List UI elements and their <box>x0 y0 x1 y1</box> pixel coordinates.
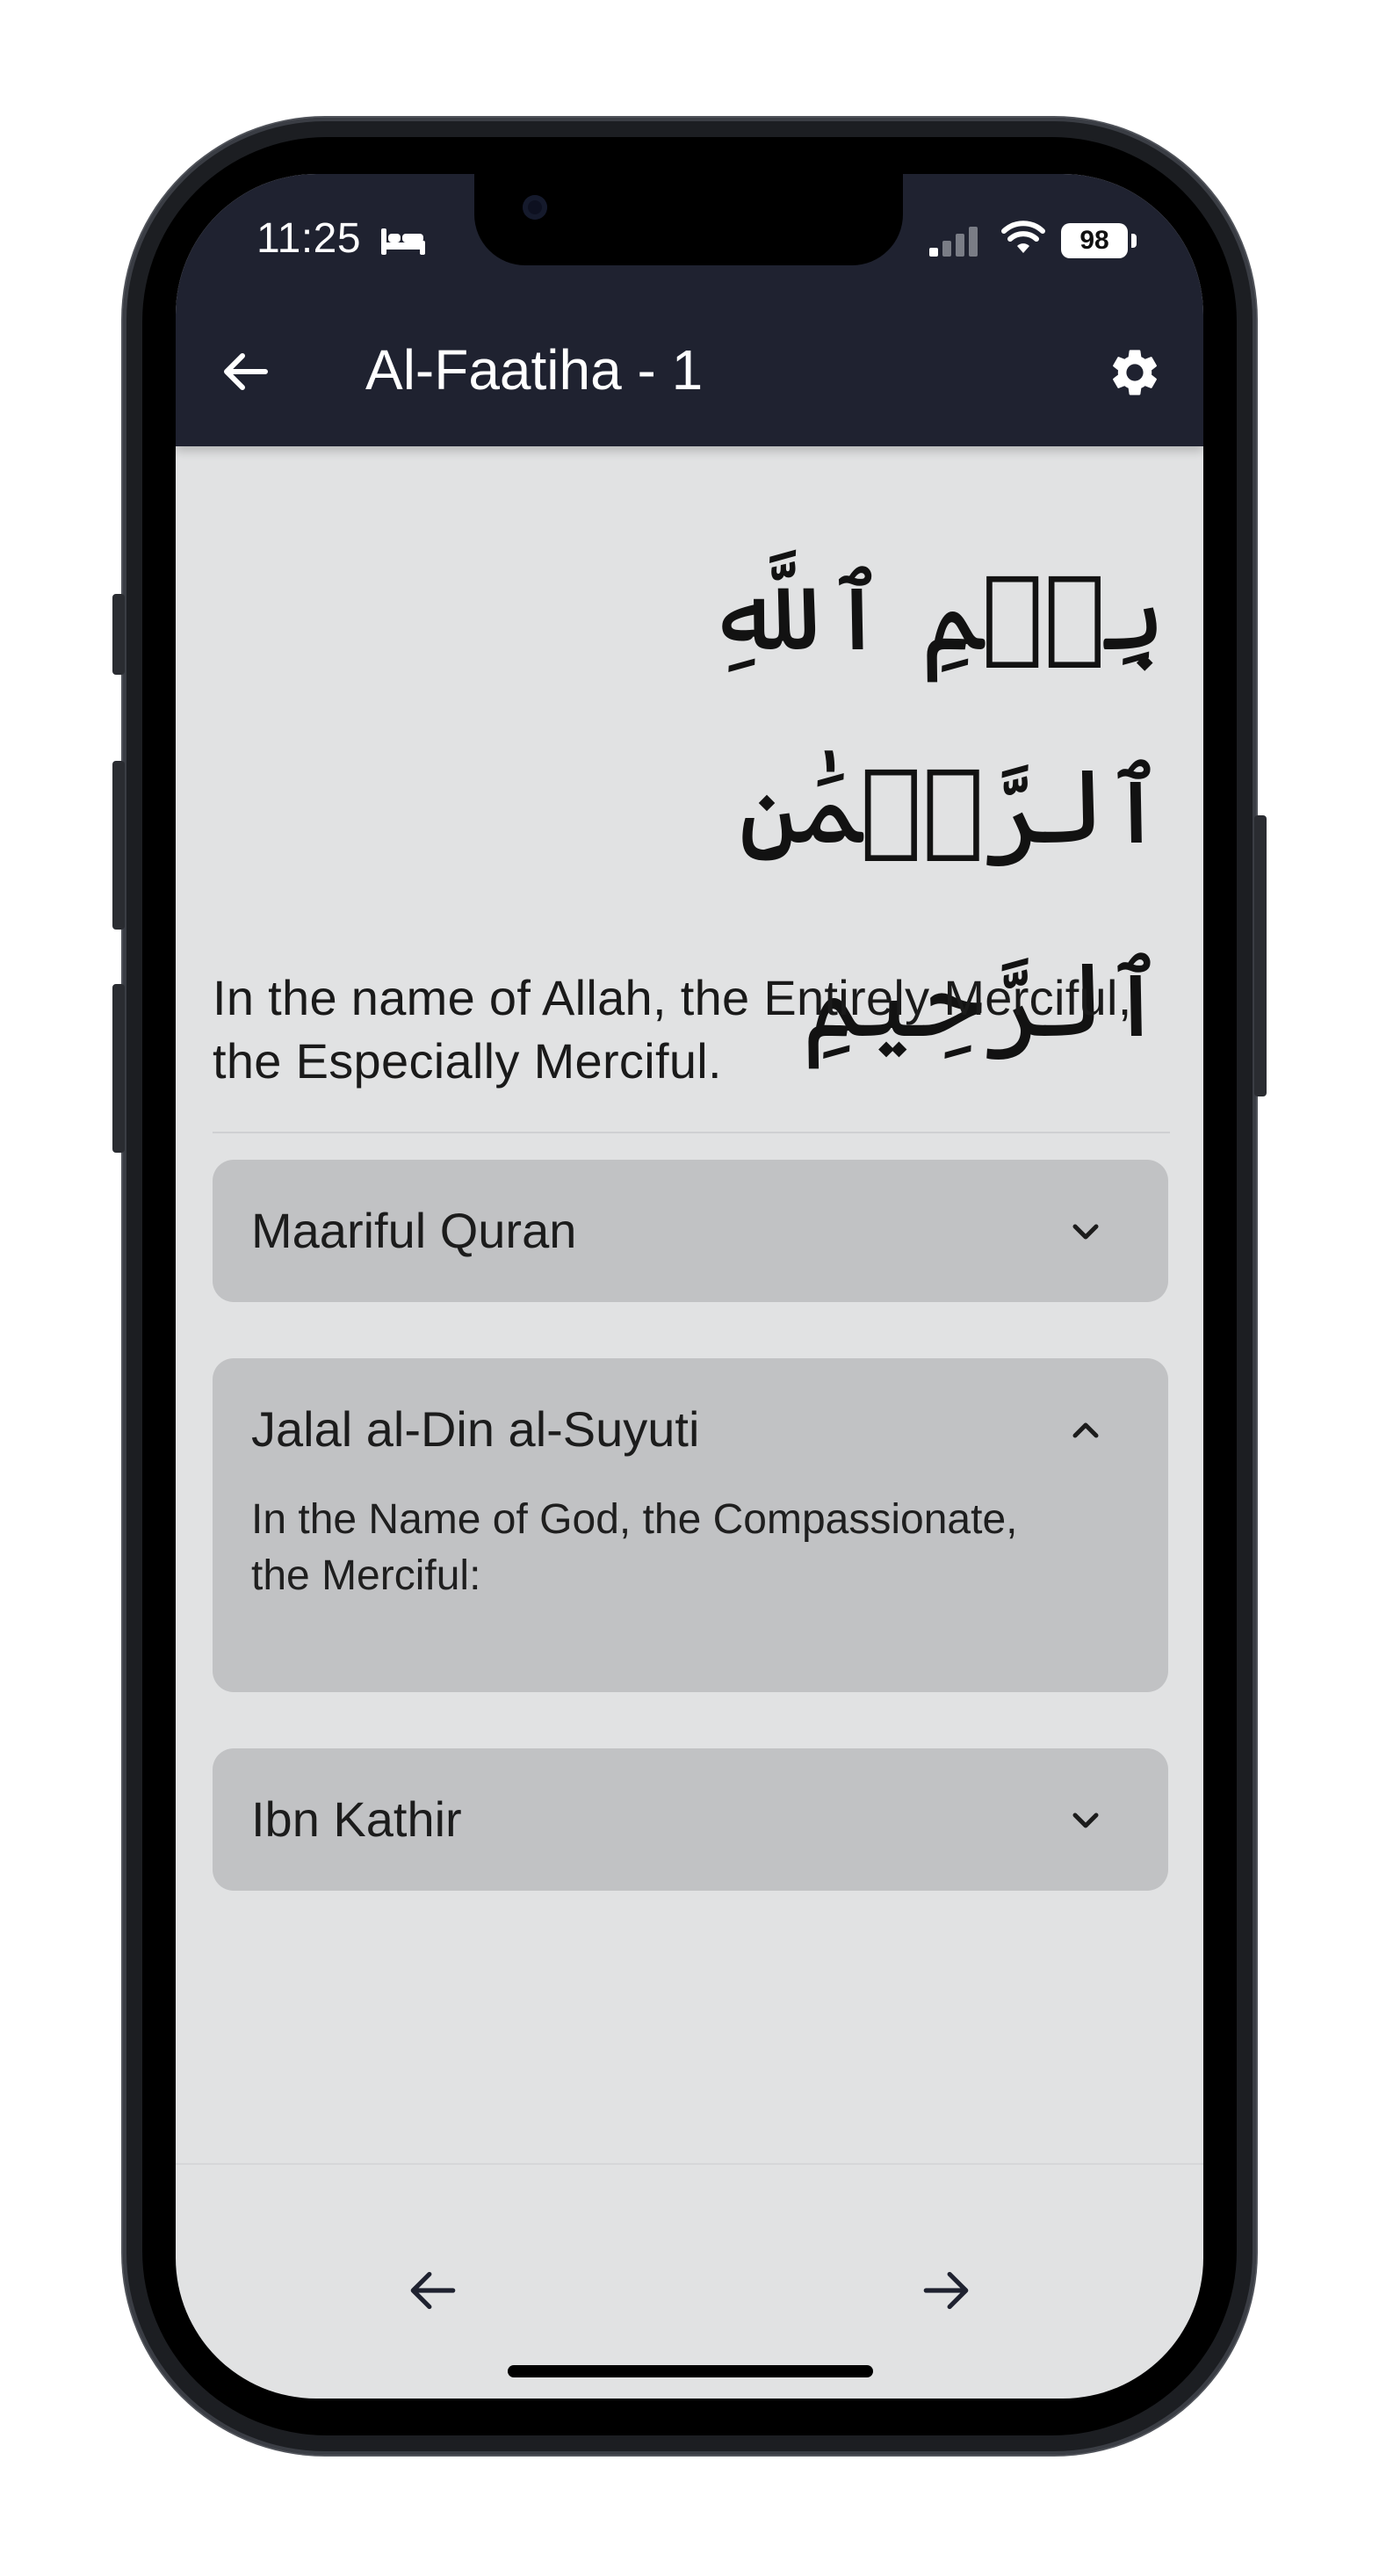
power-button <box>1254 815 1267 1096</box>
battery-terminal <box>1131 234 1137 248</box>
next-verse-arrow-icon[interactable] <box>919 2263 973 2318</box>
volume-down-button <box>112 984 125 1153</box>
back-arrow-icon[interactable] <box>220 345 272 398</box>
chevron-down-icon[interactable] <box>1065 1211 1107 1253</box>
app-screen: 11:25 98 Al-Faatiha - 1 بِسۡمِ ٱللَّهِ ٱ… <box>176 174 1203 2399</box>
tafsir-title: Maariful Quran <box>251 1203 577 1258</box>
app-bar: 11:25 98 Al-Faatiha - 1 <box>176 174 1203 446</box>
tafsir-card-maariful-quran[interactable]: Maariful Quran <box>213 1160 1168 1302</box>
tafsir-title: Ibn Kathir <box>251 1791 462 1847</box>
mute-switch <box>112 594 125 675</box>
tafsir-card-ibn-kathir[interactable]: Ibn Kathir <box>213 1748 1168 1891</box>
previous-verse-arrow-icon[interactable] <box>406 2263 460 2318</box>
front-camera <box>523 195 547 220</box>
section-divider <box>213 1132 1170 1133</box>
sleep-focus-icon <box>381 228 425 255</box>
home-indicator[interactable] <box>508 2365 873 2377</box>
tafsir-body: In the Name of God, the Compassionate, t… <box>251 1496 1018 1599</box>
bottom-nav-divider <box>176 2163 1203 2165</box>
notch <box>474 174 903 265</box>
gear-icon[interactable] <box>1107 344 1163 401</box>
page-title: Al-Faatiha - 1 <box>365 338 704 402</box>
chevron-down-icon[interactable] <box>1065 1799 1107 1842</box>
cellular-signal-icon <box>929 227 978 257</box>
volume-up-button <box>112 761 125 930</box>
verse-translation: In the name of Allah, the Entirely Merci… <box>213 970 1132 1089</box>
wifi-icon <box>1001 221 1045 253</box>
battery-level: 98 <box>1061 223 1128 258</box>
tafsir-card-jalal-al-din[interactable]: Jalal al-Din al-Suyuti In the Name of Go… <box>213 1358 1168 1692</box>
status-time: 11:25 <box>256 215 362 262</box>
chevron-up-icon[interactable] <box>1065 1409 1107 1451</box>
tafsir-title: Jalal al-Din al-Suyuti <box>251 1401 700 1457</box>
